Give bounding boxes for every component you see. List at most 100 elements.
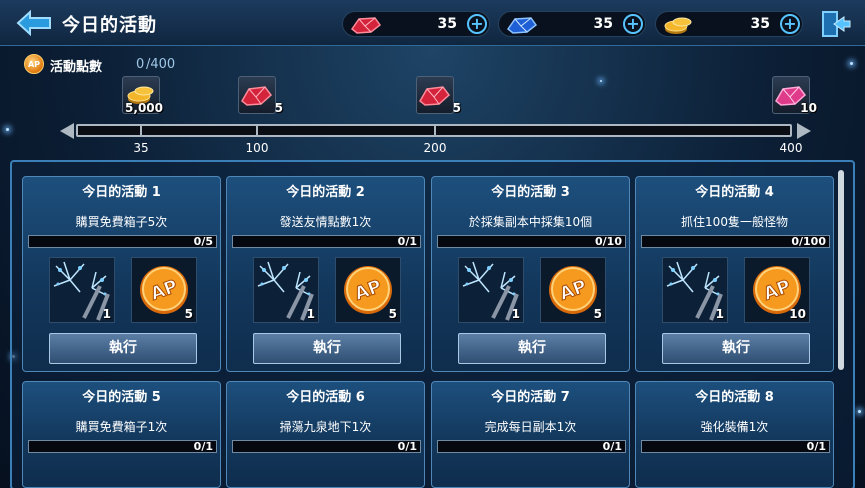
resource-value: 35 [437,16,457,32]
milestone-label: 100 [245,141,269,155]
activity-title: 今日的活動 7 [491,390,570,405]
milestone-reward[interactable]: 10 [772,76,817,115]
scrollbar[interactable] [838,170,844,370]
page-title: 今日的活動 [62,15,157,36]
back-arrow-icon [16,9,51,37]
add-red-crystal-button[interactable]: + [467,14,487,34]
activity-progress-text: 0/1 [193,440,213,453]
activity-progress-text: 0/1 [602,440,622,453]
exit-button[interactable] [820,9,852,39]
background-star [600,80,602,82]
reward-slot-fireworks[interactable]: 1 [458,257,524,323]
red-crystal-icon [350,17,382,34]
activity-progress-bar: 0/1 [641,440,830,453]
activity-description: 抓住100隻一般怪物 [681,215,788,229]
activity-progress-text: 0/1 [397,235,417,248]
activity-card: 今日的活動 3 於採集副本中採集10個 0/10 1 AP 5 執行 [431,176,630,372]
activity-progress-text: 0/10 [595,235,622,248]
back-button[interactable] [16,9,52,37]
milestone-label: 400 [779,141,803,155]
milestone-tick [140,124,142,136]
milestone-tick [434,124,436,136]
resource-gold: 35 + [655,11,803,37]
activity-progress-bar: 0/100 [641,235,830,248]
execute-button[interactable]: 執行 [458,333,606,364]
execute-button[interactable]: 執行 [49,333,197,364]
execute-button[interactable]: 執行 [662,333,810,364]
activity-title: 今日的活動 5 [82,390,161,405]
activity-points-value: 0 [136,57,145,72]
reward-count: 5 [388,307,397,321]
activity-card: 今日的活動 5 購買免費箱子1次 0/1 [22,381,221,488]
activity-description: 完成每日副本1次 [484,420,577,434]
activity-progress-bar: 0/1 [437,440,626,453]
activity-title: 今日的活動 1 [82,185,161,200]
activity-progress-bar: 0/1 [232,440,421,453]
blue-crystal-icon [506,17,538,34]
activity-description: 發送友情點數1次 [279,215,372,229]
milestone-tick [256,124,258,136]
milestone-reward-amount: 10 [800,101,817,115]
activity-description: 購買免費箱子5次 [75,215,168,229]
activity-progress-text: 0/100 [791,235,826,248]
activity-card: 今日的活動 7 完成每日副本1次 0/1 [431,381,630,488]
exit-door-icon [822,11,851,37]
background-star [858,410,861,413]
background-star [6,128,9,131]
milestone-reward[interactable]: 5 [416,76,461,115]
activity-title: 今日的活動 8 [695,390,774,405]
activity-points-icon: AP [24,54,44,74]
activity-card: 今日的活動 2 發送友情點數1次 0/1 1 AP 5 執行 [226,176,425,372]
milestone-reward-amount: 5,000 [125,101,163,115]
activity-title: 今日的活動 6 [286,390,365,405]
reward-slot-fireworks[interactable]: 1 [253,257,319,323]
activity-title: 今日的活動 2 [286,185,365,200]
reward-count: 1 [715,307,724,321]
activity-title: 今日的活動 3 [491,185,570,200]
activity-description: 購買免費箱子1次 [75,420,168,434]
execute-button[interactable]: 執行 [253,333,401,364]
reward-count: 5 [184,307,193,321]
activity-card: 今日的活動 8 強化裝備1次 0/1 [635,381,834,488]
milestone-label: 35 [133,141,149,155]
activity-title: 今日的活動 4 [695,185,774,200]
activity-description: 掃蕩九泉地下1次 [279,420,372,434]
add-gold-button[interactable]: + [780,14,800,34]
activity-progress-bar: 0/10 [437,235,626,248]
milestone-reward[interactable]: 5,000 [122,76,163,115]
activity-card: 今日的活動 4 抓住100隻一般怪物 0/100 1 AP 10 執行 [635,176,834,372]
resource-red-crystal: 35 + [342,11,490,37]
resource-value: 35 [593,16,613,32]
track-right-arrow [797,123,811,139]
reward-count: 5 [593,307,602,321]
activity-progress-bar: 0/5 [28,235,217,248]
activity-description: 強化裝備1次 [700,420,769,434]
activity-points-max: /400 [146,57,176,72]
reward-slot-ap[interactable]: AP 5 [131,257,197,323]
reward-slot-ap[interactable]: AP 5 [335,257,401,323]
resource-blue-crystal: 35 + [498,11,646,37]
reward-count: 10 [789,307,806,321]
activity-description: 於採集副本中採集10個 [468,215,593,229]
activity-progress-text: 0/5 [193,235,213,248]
reward-count: 1 [511,307,520,321]
add-blue-crystal-button[interactable]: + [623,14,643,34]
milestone-label: 200 [423,141,447,155]
reward-slot-fireworks[interactable]: 1 [49,257,115,323]
reward-slot-ap[interactable]: AP 5 [540,257,606,323]
reward-slot-fireworks[interactable]: 1 [662,257,728,323]
activity-progress-bar: 0/1 [28,440,217,453]
activity-progress-text: 0/1 [806,440,826,453]
activity-card: 今日的活動 6 掃蕩九泉地下1次 0/1 [226,381,425,488]
milestone-reward-amount: 5 [274,101,283,115]
activity-card: 今日的活動 1 購買免費箱子5次 0/5 1 AP 5 執行 [22,176,221,372]
milestone-reward-amount: 5 [452,101,461,115]
red-crystal-icon [241,86,273,106]
red-crystal-icon [419,86,451,106]
gold-coin-icon [664,17,692,34]
activity-progress-bar: 0/1 [232,235,421,248]
milestone-reward[interactable]: 5 [238,76,283,115]
activity-progress-text: 0/1 [397,440,417,453]
reward-slot-ap[interactable]: AP 10 [744,257,810,323]
activity-points-label: 活動點數 [50,60,103,75]
